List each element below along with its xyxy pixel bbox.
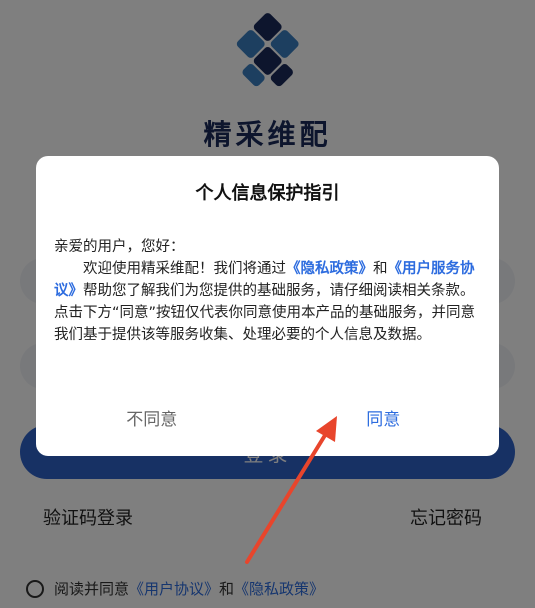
dialog-title: 个人信息保护指引: [195, 183, 340, 204]
disagree-button[interactable]: 不同意: [36, 405, 268, 430]
dialog-greeting: 亲爱的用户，您好：: [54, 239, 185, 255]
agree-button[interactable]: 同意: [268, 405, 500, 430]
privacy-dialog: 个人信息保护指引 亲爱的用户，您好： 欢迎使用精采维配！我们将通过《隐私政策》和…: [36, 156, 499, 456]
dialog-text-and: 和: [373, 261, 388, 277]
dialog-button-row: 不同意 同意: [36, 392, 499, 442]
dialog-body: 亲爱的用户，您好： 欢迎使用精采维配！我们将通过《隐私政策》和《用户服务协议》帮…: [54, 236, 484, 346]
dialog-paragraph: 欢迎使用精采维配！我们将通过《隐私政策》和《用户服务协议》帮助您了解我们为您提供…: [54, 258, 484, 346]
dialog-privacy-link[interactable]: 《隐私政策》: [286, 261, 373, 277]
dialog-text-2: 帮助您了解我们为您提供的基础服务，请仔细阅读相关条款。点击下方“同意”按钮仅代表…: [54, 283, 476, 343]
dialog-text-1: 欢迎使用精采维配！我们将通过: [83, 261, 286, 277]
